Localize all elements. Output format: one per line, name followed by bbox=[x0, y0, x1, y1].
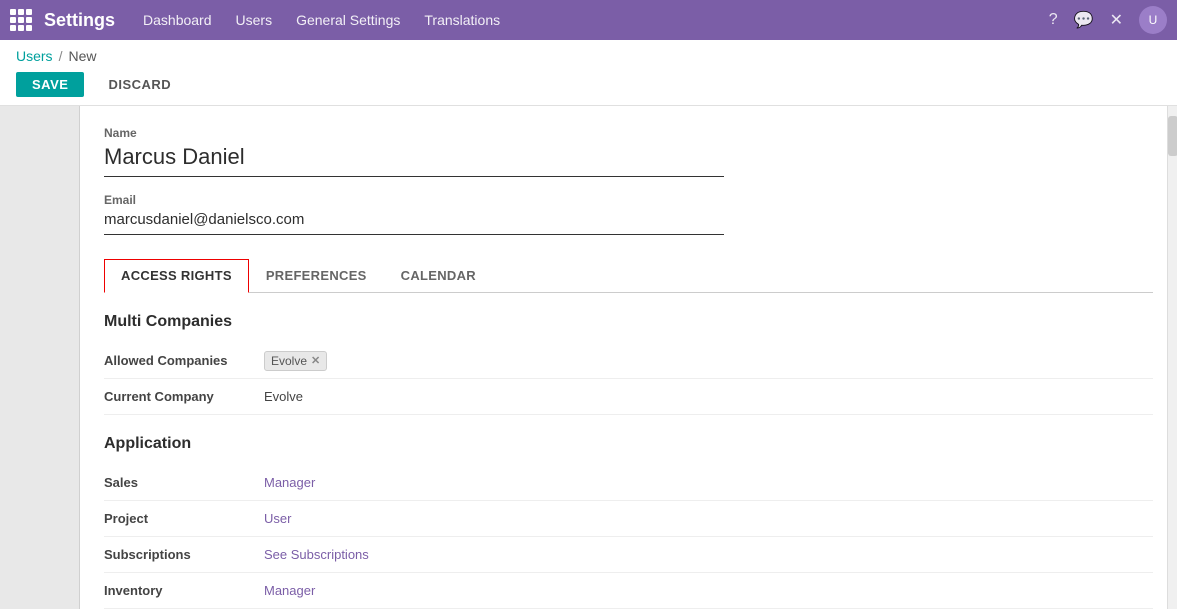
breadcrumb-current: New bbox=[68, 48, 96, 64]
application-title: Application bbox=[104, 435, 1153, 453]
inventory-row: Inventory Manager bbox=[104, 573, 1153, 609]
app-grid-icon[interactable] bbox=[10, 9, 32, 31]
evolve-tag-remove[interactable]: ✕ bbox=[311, 354, 320, 367]
nav-dashboard[interactable]: Dashboard bbox=[143, 12, 212, 28]
user-avatar[interactable]: U bbox=[1139, 6, 1167, 34]
tab-calendar[interactable]: CALENDAR bbox=[384, 259, 493, 292]
multi-companies-title: Multi Companies bbox=[104, 313, 1153, 331]
action-bar: SAVE DISCARD bbox=[16, 72, 1161, 105]
allowed-companies-label: Allowed Companies bbox=[104, 353, 264, 368]
sidebar bbox=[0, 106, 80, 609]
inventory-value[interactable]: Manager bbox=[264, 583, 1153, 598]
evolve-tag[interactable]: Evolve ✕ bbox=[264, 351, 327, 371]
subscriptions-row: Subscriptions See Subscriptions bbox=[104, 537, 1153, 573]
breadcrumb-bar: Users / New SAVE DISCARD bbox=[0, 40, 1177, 106]
tab-bar: ACCESS RIGHTS PREFERENCES CALENDAR bbox=[104, 259, 1153, 293]
scroll-thumb[interactable] bbox=[1168, 116, 1177, 156]
breadcrumb-separator: / bbox=[59, 48, 63, 64]
current-company-label: Current Company bbox=[104, 389, 264, 404]
nav-general-settings[interactable]: General Settings bbox=[296, 12, 400, 28]
nav-links: Dashboard Users General Settings Transla… bbox=[143, 12, 1049, 28]
email-label: Email bbox=[104, 193, 1153, 207]
breadcrumb-users-link[interactable]: Users bbox=[16, 48, 53, 64]
breadcrumb: Users / New bbox=[16, 48, 1161, 64]
sales-label: Sales bbox=[104, 475, 264, 490]
scroll-indicator[interactable] bbox=[1167, 106, 1177, 609]
save-button[interactable]: SAVE bbox=[16, 72, 84, 97]
help-icon[interactable]: ? bbox=[1049, 11, 1058, 29]
inventory-label: Inventory bbox=[104, 583, 264, 598]
discard-button[interactable]: DISCARD bbox=[92, 72, 187, 97]
name-field-group: Name Marcus Daniel bbox=[104, 126, 1153, 177]
email-input[interactable]: marcusdaniel@danielsco.com bbox=[104, 211, 724, 235]
chat-icon[interactable]: 💬 bbox=[1074, 10, 1094, 30]
nav-right-icons: ? 💬 ✕ U bbox=[1049, 6, 1167, 34]
sales-value[interactable]: Manager bbox=[264, 475, 1153, 490]
nav-users[interactable]: Users bbox=[236, 12, 273, 28]
tab-access-rights[interactable]: ACCESS RIGHTS bbox=[104, 259, 249, 293]
nav-translations[interactable]: Translations bbox=[424, 12, 500, 28]
name-input[interactable]: Marcus Daniel bbox=[104, 144, 724, 177]
project-value[interactable]: User bbox=[264, 511, 1153, 526]
app-title: Settings bbox=[44, 10, 115, 31]
divider bbox=[104, 415, 1153, 435]
main-layout: Name Marcus Daniel Email marcusdaniel@da… bbox=[0, 106, 1177, 609]
current-company-value[interactable]: Evolve bbox=[264, 389, 1153, 404]
application-section: Application Sales Manager Project User S… bbox=[104, 435, 1153, 609]
subscriptions-label: Subscriptions bbox=[104, 547, 264, 562]
evolve-tag-label: Evolve bbox=[271, 354, 307, 368]
current-company-row: Current Company Evolve bbox=[104, 379, 1153, 415]
email-field-group: Email marcusdaniel@danielsco.com bbox=[104, 193, 1153, 235]
multi-companies-section: Multi Companies Allowed Companies Evolve… bbox=[104, 313, 1153, 415]
content-area: Name Marcus Daniel Email marcusdaniel@da… bbox=[80, 106, 1177, 609]
sales-row: Sales Manager bbox=[104, 465, 1153, 501]
tab-preferences[interactable]: PREFERENCES bbox=[249, 259, 384, 292]
project-row: Project User bbox=[104, 501, 1153, 537]
allowed-companies-value: Evolve ✕ bbox=[264, 351, 1153, 371]
allowed-companies-row: Allowed Companies Evolve ✕ bbox=[104, 343, 1153, 379]
close-icon[interactable]: ✕ bbox=[1110, 10, 1123, 30]
name-label: Name bbox=[104, 126, 1153, 140]
top-navigation: Settings Dashboard Users General Setting… bbox=[0, 0, 1177, 40]
project-label: Project bbox=[104, 511, 264, 526]
subscriptions-value[interactable]: See Subscriptions bbox=[264, 547, 1153, 562]
